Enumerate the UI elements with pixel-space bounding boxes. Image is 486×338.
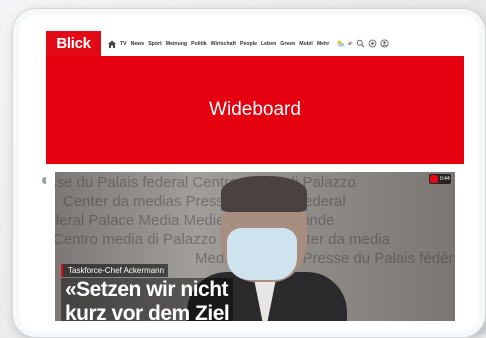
nav-link-mehr[interactable]: Mehr bbox=[317, 41, 329, 47]
wideboard-ad[interactable]: Wideboard bbox=[46, 56, 464, 164]
nav-link-meinung[interactable]: Meinung bbox=[166, 41, 187, 47]
video-kicker: Taskforce-Chef Ackermann bbox=[61, 264, 169, 277]
weather-icon[interactable] bbox=[336, 39, 345, 48]
nav-link-wirtschaft[interactable]: Wirtschaft bbox=[211, 41, 236, 47]
tablet-screen: Blick TV News Sport Meinung Politik Wirt… bbox=[46, 31, 464, 321]
video-duration: 0:44 bbox=[440, 176, 450, 182]
wideboard-label: Wideboard bbox=[209, 99, 301, 120]
content-spacer bbox=[46, 164, 464, 172]
video-headline[interactable]: «Setzen wir nicht kurz vor dem Ziel bbox=[61, 278, 234, 321]
play-icon bbox=[430, 175, 438, 183]
weather-temp: 4° bbox=[348, 41, 353, 46]
watermark-line: sse du Palais federal Centro media di Pa… bbox=[55, 174, 356, 191]
nav-link-tv[interactable]: TV bbox=[120, 41, 127, 47]
settings-icon[interactable] bbox=[368, 39, 377, 48]
nav-links: TV News Sport Meinung Politik Wirtschaft… bbox=[107, 39, 333, 49]
nav-link-sport[interactable]: Sport bbox=[148, 41, 162, 47]
nav-link-news[interactable]: News bbox=[131, 41, 145, 47]
nav-link-politik[interactable]: Politik bbox=[191, 41, 207, 47]
face-mask bbox=[227, 228, 297, 280]
video-duration-badge: 0:44 bbox=[429, 174, 451, 184]
nav-link-green[interactable]: Green bbox=[280, 41, 295, 47]
nav-tools: 4° bbox=[336, 39, 389, 48]
video-player[interactable]: sse du Palais federal Centro media di Pa… bbox=[55, 172, 455, 321]
person-hair bbox=[221, 176, 307, 212]
user-icon[interactable] bbox=[379, 39, 389, 48]
search-icon[interactable] bbox=[356, 39, 365, 48]
nav-link-people[interactable]: People bbox=[240, 41, 257, 47]
top-navigation: Blick TV News Sport Meinung Politik Wirt… bbox=[46, 31, 464, 56]
nav-link-leben[interactable]: Leben bbox=[261, 41, 276, 47]
home-icon[interactable] bbox=[107, 39, 117, 49]
nav-link-mobil[interactable]: Mobil bbox=[299, 41, 313, 47]
blick-logo[interactable]: Blick bbox=[46, 31, 101, 56]
